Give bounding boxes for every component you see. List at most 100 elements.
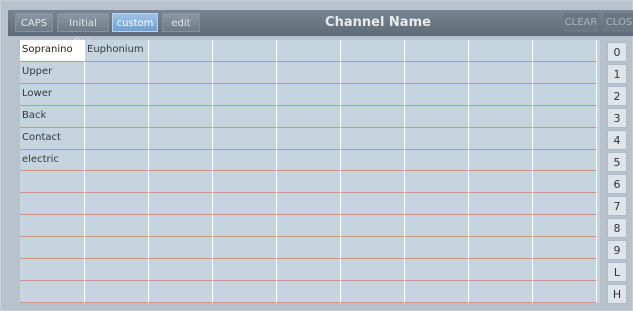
grid-cell[interactable] xyxy=(277,215,341,238)
number-key[interactable]: H xyxy=(607,284,627,304)
grid-cell[interactable] xyxy=(533,105,597,128)
grid-cell[interactable] xyxy=(85,259,149,282)
grid-cell[interactable] xyxy=(213,127,277,150)
grid-cell[interactable] xyxy=(533,127,597,150)
grid-cell[interactable] xyxy=(405,149,469,172)
grid-cell[interactable] xyxy=(213,193,277,216)
grid-cell[interactable] xyxy=(213,215,277,238)
grid-cell[interactable] xyxy=(341,40,405,62)
grid-cell[interactable] xyxy=(277,149,341,172)
grid-cell[interactable] xyxy=(277,127,341,150)
grid-cell[interactable] xyxy=(149,127,213,150)
grid-cell[interactable] xyxy=(85,127,149,150)
number-key[interactable]: 1 xyxy=(607,64,627,84)
grid-cell[interactable] xyxy=(405,259,469,282)
grid-cell[interactable] xyxy=(533,237,597,260)
grid-cell[interactable] xyxy=(341,259,405,282)
grid-cell[interactable] xyxy=(533,149,597,172)
grid-cell[interactable] xyxy=(277,237,341,260)
grid-cell[interactable] xyxy=(20,215,85,238)
grid-cell[interactable] xyxy=(341,171,405,194)
grid-cell[interactable] xyxy=(277,281,341,303)
grid-cell[interactable] xyxy=(533,40,597,62)
grid-cell[interactable]: Euphonium xyxy=(85,40,149,62)
number-key[interactable]: 9 xyxy=(607,240,627,260)
grid-cell[interactable] xyxy=(149,259,213,282)
number-key[interactable]: 7 xyxy=(607,196,627,216)
grid-cell[interactable] xyxy=(533,281,597,303)
grid-cell[interactable] xyxy=(277,259,341,282)
number-key[interactable]: 8 xyxy=(607,218,627,238)
grid-cell[interactable] xyxy=(341,237,405,260)
number-key[interactable]: 0 xyxy=(607,42,627,62)
grid-cell[interactable] xyxy=(469,83,533,106)
number-key[interactable]: 4 xyxy=(607,130,627,150)
grid-cell[interactable] xyxy=(149,215,213,238)
grid-cell[interactable] xyxy=(85,237,149,260)
grid-cell[interactable] xyxy=(341,281,405,303)
grid-cell[interactable] xyxy=(149,83,213,106)
grid-cell[interactable] xyxy=(469,40,533,62)
grid-cell[interactable]: Sopranino xyxy=(20,40,85,62)
grid-cell[interactable] xyxy=(85,83,149,106)
grid-cell[interactable] xyxy=(213,237,277,260)
grid-cell[interactable] xyxy=(149,237,213,260)
grid-cell[interactable] xyxy=(213,149,277,172)
grid-cell[interactable] xyxy=(20,193,85,216)
grid-cell[interactable] xyxy=(20,281,85,303)
grid-cell[interactable] xyxy=(341,149,405,172)
grid-cell[interactable] xyxy=(20,171,85,194)
number-key[interactable]: 2 xyxy=(607,86,627,106)
initial-cap-button[interactable]: Initial Cap xyxy=(57,13,109,48)
grid-cell[interactable] xyxy=(341,83,405,106)
grid-cell[interactable] xyxy=(213,40,277,62)
grid-cell[interactable] xyxy=(149,61,213,84)
grid-cell[interactable] xyxy=(149,40,213,62)
grid-cell[interactable] xyxy=(533,215,597,238)
grid-cell[interactable] xyxy=(533,193,597,216)
grid-cell[interactable] xyxy=(85,193,149,216)
grid-cell[interactable] xyxy=(277,105,341,128)
grid-cell[interactable]: Upper xyxy=(20,61,85,84)
grid-cell[interactable]: Lower xyxy=(20,83,85,106)
caps-button[interactable]: CAPS xyxy=(15,13,53,32)
grid-cell[interactable] xyxy=(405,40,469,62)
grid-cell[interactable] xyxy=(341,61,405,84)
grid-cell[interactable] xyxy=(469,127,533,150)
grid-cell[interactable] xyxy=(405,127,469,150)
grid-cell[interactable] xyxy=(277,61,341,84)
grid-cell[interactable] xyxy=(405,237,469,260)
grid-cell[interactable] xyxy=(469,259,533,282)
clear-button[interactable]: CLEAR xyxy=(564,13,598,32)
grid-cell[interactable] xyxy=(341,215,405,238)
grid-cell[interactable] xyxy=(149,105,213,128)
grid-cell[interactable] xyxy=(149,149,213,172)
grid-cell[interactable] xyxy=(469,61,533,84)
grid-cell[interactable] xyxy=(405,61,469,84)
grid-cell[interactable] xyxy=(469,281,533,303)
grid-cell[interactable] xyxy=(533,61,597,84)
grid-cell[interactable] xyxy=(341,127,405,150)
grid-cell[interactable] xyxy=(85,149,149,172)
grid-cell[interactable] xyxy=(405,215,469,238)
grid-cell[interactable] xyxy=(277,171,341,194)
grid-cell[interactable] xyxy=(85,105,149,128)
grid-cell[interactable] xyxy=(149,193,213,216)
grid-cell[interactable] xyxy=(405,281,469,303)
close-button[interactable]: CLOS xyxy=(604,13,633,32)
grid-cell[interactable] xyxy=(341,105,405,128)
grid-cell[interactable] xyxy=(213,281,277,303)
grid-cell[interactable] xyxy=(341,193,405,216)
grid-cell[interactable] xyxy=(213,83,277,106)
grid-cell[interactable] xyxy=(149,171,213,194)
number-key[interactable]: 5 xyxy=(607,152,627,172)
grid-cell[interactable] xyxy=(405,83,469,106)
grid-cell[interactable] xyxy=(277,83,341,106)
grid-cell[interactable] xyxy=(405,105,469,128)
grid-cell[interactable] xyxy=(469,149,533,172)
grid-cell[interactable] xyxy=(85,215,149,238)
grid-cell[interactable]: Contact xyxy=(20,127,85,150)
grid-cell[interactable] xyxy=(85,61,149,84)
grid-cell[interactable] xyxy=(469,171,533,194)
grid-cell[interactable] xyxy=(469,237,533,260)
